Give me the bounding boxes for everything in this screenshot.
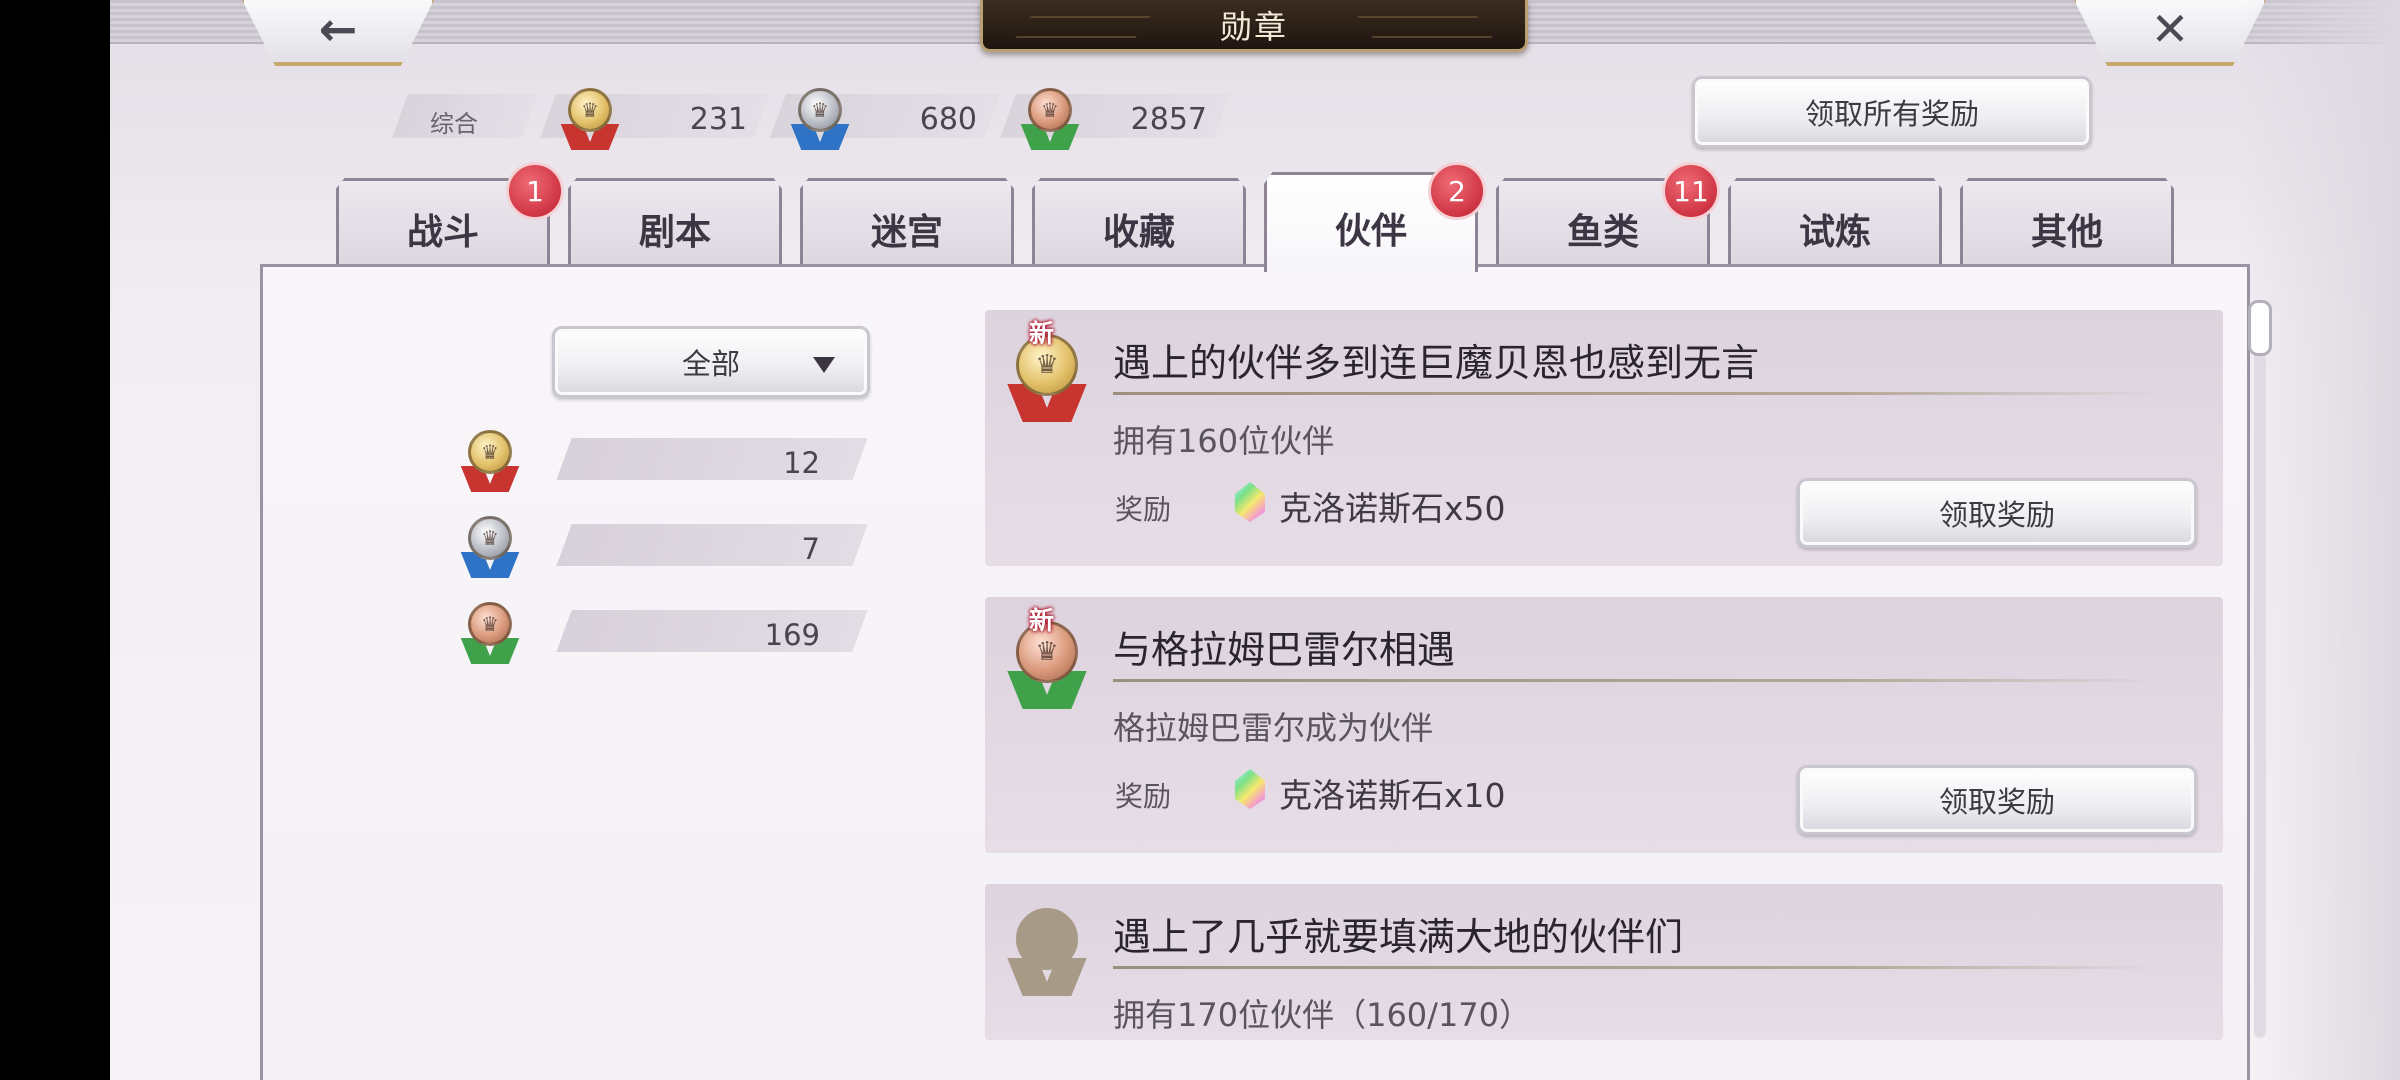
silver-medal-count: 7 — [801, 532, 820, 566]
locked-medal-icon — [1007, 908, 1087, 1000]
achievement-description: 拥有170位伙伴（160/170） — [1113, 996, 1532, 1034]
silver-medal-icon: ♛ — [460, 516, 520, 580]
claim-all-button[interactable]: 领取所有奖励 — [1692, 76, 2092, 148]
tab-battle-badge: 1 — [506, 162, 564, 220]
achievement-title: 与格拉姆巴雷尔相遇 — [1113, 628, 1456, 672]
summary-silver-count: 680 — [919, 102, 977, 137]
achievement-title: 遇上了几乎就要填满大地的伙伴们 — [1113, 915, 1684, 959]
game-screen: ← ✕ 勋章 综合 ♛ 231 ♛ 680 ♛ 2857 领取所有奖励 战斗 剧… — [110, 0, 2400, 1080]
gold-medal-count: 12 — [783, 446, 820, 480]
gold-medal-icon: ♛ — [460, 430, 520, 494]
achievement-description: 拥有160位伙伴 — [1113, 422, 1335, 460]
gold-medal-icon: ♛ — [560, 88, 620, 152]
claim-reward-button[interactable]: 领取奖励 — [1797, 478, 2197, 548]
summary-label: 综合 — [430, 110, 478, 138]
chronos-stone-icon — [1235, 769, 1265, 809]
summary-bronze-count: 2857 — [1130, 102, 1207, 137]
new-tag: 新 — [1029, 606, 1055, 635]
title-divider — [1113, 966, 2161, 969]
new-tag: 新 — [1029, 319, 1055, 348]
tab-companions-badge: 2 — [1428, 162, 1486, 220]
tab-fish-badge: 11 — [1662, 162, 1720, 220]
silver-medal-icon: ♛ — [790, 88, 850, 152]
page-title: 勋章 — [980, 0, 1528, 52]
scrollbar-track[interactable] — [2254, 302, 2266, 1038]
tab-trial[interactable]: 试炼 — [1728, 178, 1942, 268]
close-button[interactable]: ✕ — [2072, 0, 2268, 66]
achievement-title: 遇上的伙伴多到连巨魔贝恩也感到无言 — [1113, 341, 1760, 385]
scrollbar-thumb[interactable] — [2248, 300, 2272, 356]
achievement-card: 遇上了几乎就要填满大地的伙伴们 拥有170位伙伴（160/170） — [985, 884, 2223, 1040]
achievement-description: 格拉姆巴雷尔成为伙伴 — [1113, 709, 1434, 747]
claim-reward-button[interactable]: 领取奖励 — [1797, 765, 2197, 835]
reward-value: 克洛诺斯石x50 — [1279, 489, 1506, 528]
reward-label: 奖励 — [1115, 493, 1172, 526]
chronos-stone-icon — [1235, 482, 1265, 522]
tab-labyrinth[interactable]: 迷宫 — [800, 178, 1014, 268]
summary-gold-count: 231 — [689, 102, 747, 137]
arrow-left-icon: ← — [318, 2, 358, 56]
filter-dropdown[interactable]: 全部 — [552, 326, 870, 398]
reward-label: 奖励 — [1115, 780, 1172, 813]
bronze-medal-count: 169 — [764, 618, 820, 652]
achievement-card: ♛ 新 遇上的伙伴多到连巨魔贝恩也感到无言 拥有160位伙伴 奖励 克洛诺斯石x… — [985, 310, 2223, 566]
title-divider — [1113, 392, 2161, 395]
bronze-medal-icon: ♛ — [1020, 88, 1080, 152]
bronze-medal-icon: ♛ — [460, 602, 520, 666]
back-button[interactable]: ← — [240, 0, 436, 66]
achievement-card: ♛ 新 与格拉姆巴雷尔相遇 格拉姆巴雷尔成为伙伴 奖励 克洛诺斯石x10 领取奖… — [985, 597, 2223, 853]
triangle-down-icon — [813, 357, 835, 373]
reward-value: 克洛诺斯石x10 — [1279, 776, 1506, 815]
tab-script[interactable]: 剧本 — [568, 178, 782, 268]
tab-collection[interactable]: 收藏 — [1032, 178, 1246, 268]
filter-selected: 全部 — [681, 347, 740, 381]
close-icon: ✕ — [2150, 2, 2190, 56]
tab-other[interactable]: 其他 — [1960, 178, 2174, 268]
title-divider — [1113, 679, 2161, 682]
